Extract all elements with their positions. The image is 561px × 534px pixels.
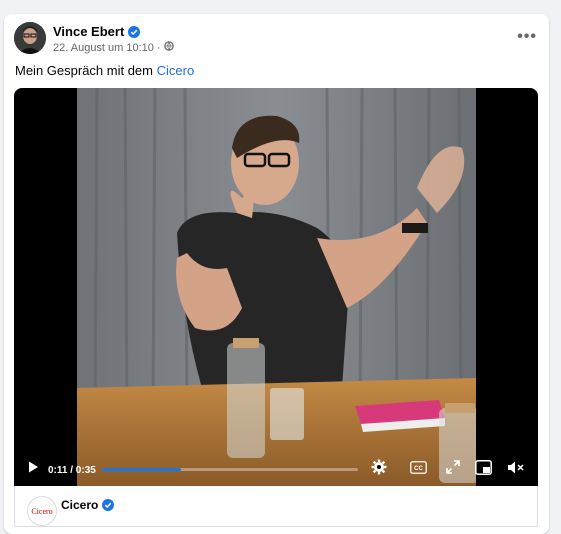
globe-icon <box>163 41 174 54</box>
settings-icon[interactable] <box>370 458 388 476</box>
play-icon[interactable] <box>24 458 42 476</box>
post-card: Vince Ebert 22. August um 10:10 · ••• Me… <box>4 14 549 534</box>
svg-text:CC: CC <box>414 466 423 472</box>
miniplayer-icon[interactable] <box>474 458 492 476</box>
progress-bar[interactable] <box>102 468 358 471</box>
page-name-label[interactable]: Cicero <box>61 498 98 512</box>
verified-icon <box>128 25 141 38</box>
post-date[interactable]: 22. August um 10:10 <box>53 42 154 54</box>
verified-icon <box>102 499 115 511</box>
author-name[interactable]: Vince Ebert <box>53 24 141 39</box>
post-meta: 22. August um 10:10 · <box>53 41 174 54</box>
meta-separator: · <box>156 41 161 54</box>
fullscreen-icon[interactable] <box>444 458 462 476</box>
cicero-logo[interactable]: Cicero <box>27 496 57 526</box>
author-label[interactable]: Vince Ebert <box>53 24 124 39</box>
video-frame[interactable] <box>77 88 476 486</box>
page-name[interactable]: Cicero <box>61 498 115 512</box>
mute-icon[interactable] <box>507 458 525 476</box>
post-text-body: Mein Gespräch mit dem <box>15 63 157 78</box>
progress-fill <box>102 468 182 471</box>
post-text: Mein Gespräch mit dem Cicero <box>15 63 194 78</box>
cicero-logo-text: Cicero <box>31 506 53 516</box>
cicero-link[interactable]: Cicero <box>157 63 195 78</box>
more-icon[interactable]: ••• <box>517 28 537 46</box>
captions-icon[interactable]: CC <box>409 458 427 476</box>
link-preview-card[interactable]: Cicero Cicero <box>14 486 538 527</box>
video-time: 0:11 / 0:35 <box>48 465 96 476</box>
avatar[interactable] <box>14 22 46 54</box>
video-player[interactable]: 0:11 / 0:35 CC <box>14 88 538 486</box>
